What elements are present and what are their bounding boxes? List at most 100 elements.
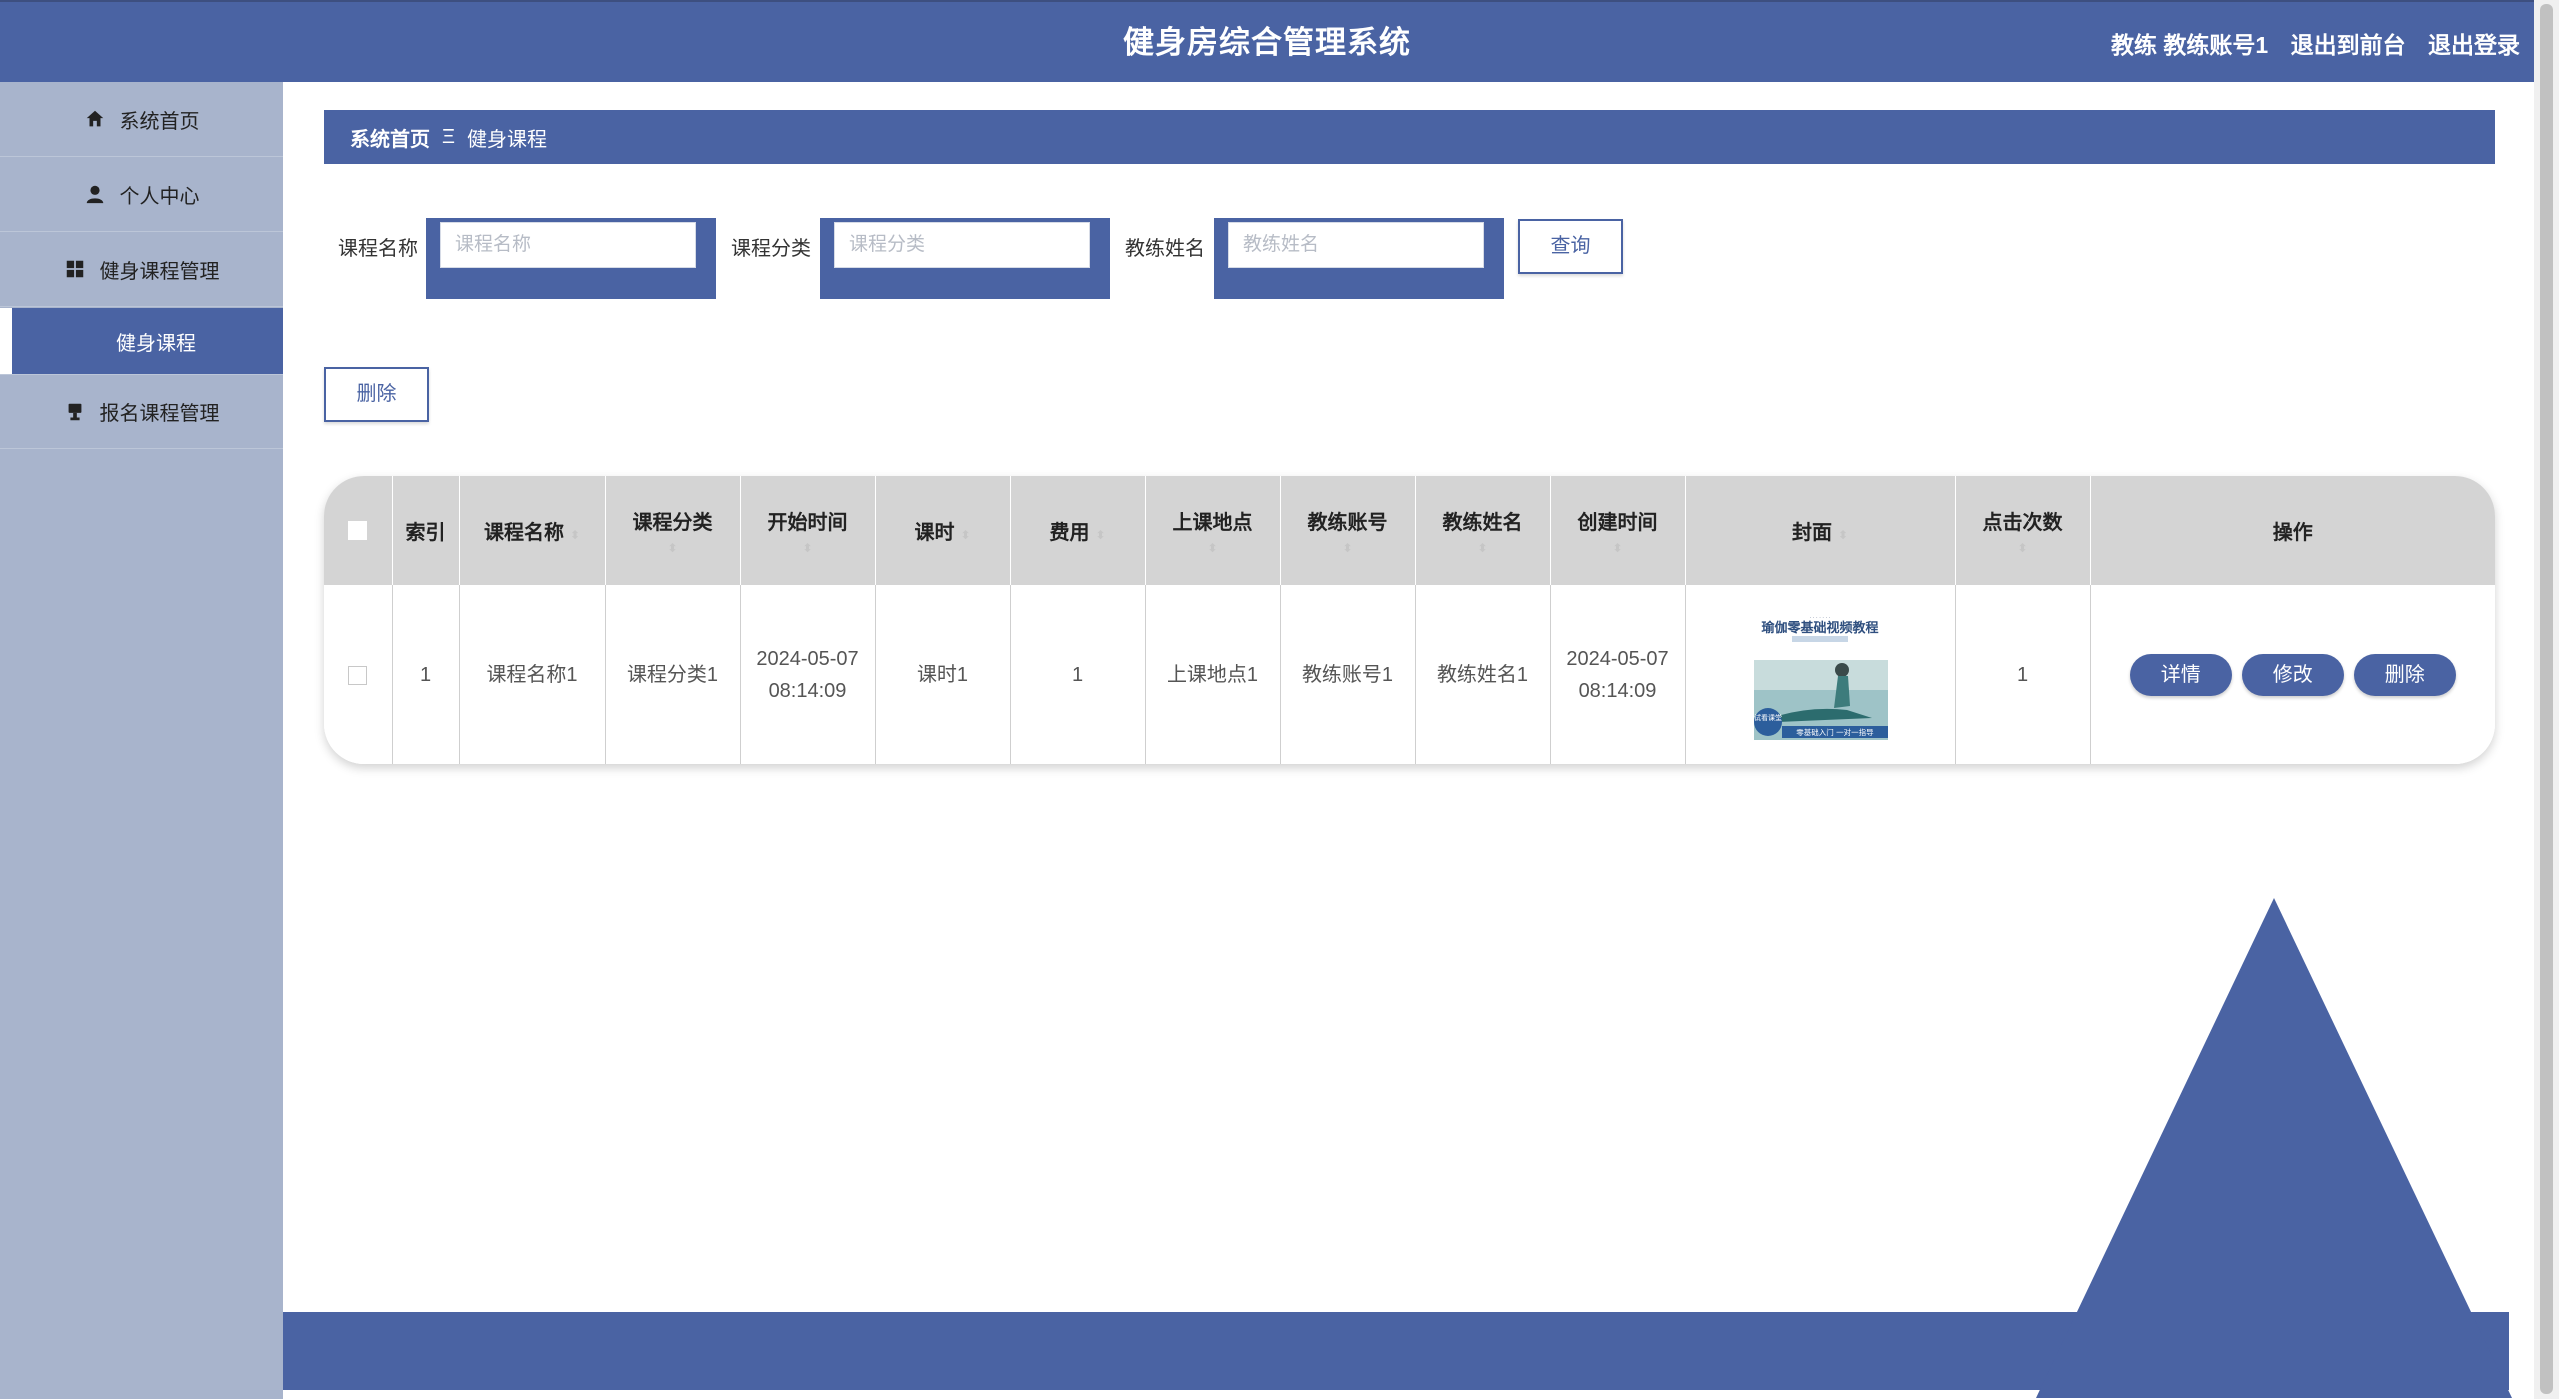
- coach-name-input[interactable]: [1228, 222, 1484, 268]
- column-header-label: 开始时间: [767, 512, 848, 534]
- cell-operations: 详情 修改 删除: [2090, 585, 2495, 764]
- sort-icon: ⬍: [1207, 541, 1218, 555]
- cell-coach-name: 教练姓名1: [1415, 585, 1551, 764]
- column-header-label: 创建时间: [1577, 512, 1658, 534]
- sidebar-subitem-fitness-course[interactable]: 健身课程: [0, 308, 283, 374]
- edit-button[interactable]: 修改: [2241, 653, 2344, 696]
- cover-badge: 试看课堂: [1754, 713, 1782, 722]
- course-cover-image[interactable]: · · · · · · · 瑜伽零基础视频教程 试看课堂 零基础入门 一对一指导: [1752, 609, 1888, 740]
- cell-course-category: 课程分类1: [605, 585, 741, 764]
- column-header-sortable[interactable]: 课程分类 ⬍: [605, 476, 741, 585]
- column-header: 索引: [392, 476, 460, 585]
- cover-title: 瑜伽零基础视频教程: [1761, 620, 1878, 636]
- column-header-label: 点击次数: [1982, 512, 2063, 534]
- column-header-label: 费用: [1049, 522, 1090, 544]
- query-button[interactable]: 查询: [1518, 219, 1623, 274]
- sidebar-item-home[interactable]: 系统首页: [0, 82, 283, 157]
- column-header-label: 教练姓名: [1442, 512, 1523, 534]
- scrollbar-thumb[interactable]: [2540, 4, 2553, 1394]
- course-category-input[interactable]: [834, 222, 1090, 268]
- breadcrumb-separator: Ξ: [442, 125, 455, 148]
- created-clock: 08:14:09: [1578, 679, 1657, 702]
- column-header-sortable[interactable]: 费用 ⬍: [1010, 476, 1146, 585]
- sidebar-item-label: 系统首页: [119, 110, 200, 133]
- course-table: 索引 课程名称 ⬍ 课程分类 ⬍ 开始时间 ⬍ 课时 ⬍ 费用 ⬍ 上课地点 ⬍ 教练账号 ⬍…: [324, 476, 2495, 764]
- sidebar-item-label: 报名课程管理: [99, 403, 220, 425]
- sidebar: 系统首页 个人中心 健身课程管理 健身课程 报名课程管理: [0, 82, 283, 1399]
- coach-name-label: 教练姓名: [1125, 238, 1205, 260]
- table-header-row: 索引 课程名称 ⬍ 课程分类 ⬍ 开始时间 ⬍ 课时 ⬍ 费用 ⬍ 上课地点 ⬍ 教练账号 ⬍…: [324, 476, 2495, 585]
- breadcrumb-home-link[interactable]: 系统首页: [350, 123, 430, 152]
- column-header-label: 课程分类: [632, 512, 713, 534]
- column-header-sortable[interactable]: 课程名称 ⬍: [459, 476, 606, 585]
- column-header-sortable[interactable]: 教练账号 ⬍: [1280, 476, 1416, 585]
- created-date: 2024-05-07: [1566, 647, 1669, 670]
- course-name-field-wrapper: [426, 218, 716, 299]
- column-header-sortable[interactable]: 封面 ⬍: [1685, 476, 1956, 585]
- stamp-icon: [68, 403, 81, 420]
- start-clock: 08:14:09: [768, 679, 847, 702]
- course-name-input[interactable]: [440, 222, 696, 268]
- sidebar-item-personal-center[interactable]: 个人中心: [0, 157, 283, 232]
- logout-link[interactable]: 退出登录: [2428, 32, 2520, 58]
- sidebar-item-label: 个人中心: [119, 185, 200, 208]
- batch-delete-button[interactable]: 删除: [324, 367, 429, 422]
- select-all-checkbox[interactable]: [348, 521, 368, 541]
- sort-icon: ⬍: [960, 528, 971, 542]
- sort-icon: ⬍: [802, 541, 813, 555]
- column-header-label: 上课地点: [1172, 512, 1253, 534]
- sort-icon: ⬍: [569, 528, 581, 542]
- sort-icon: ⬍: [1342, 541, 1353, 555]
- header-user-area: 教练 教练账号1 退出到前台 退出登录: [2095, 2, 2520, 84]
- sidebar-item-label: 健身课程管理: [99, 260, 220, 283]
- cover-subtitle: 零基础入门 一对一指导: [1796, 727, 1874, 737]
- cell-index: 1: [392, 585, 460, 764]
- top-header: 健身房综合管理系统 教练 教练账号1 退出到前台 退出登录: [0, 0, 2534, 82]
- column-header-sortable[interactable]: 开始时间 ⬍: [740, 476, 876, 585]
- coach-name-field-wrapper: [1214, 218, 1504, 299]
- cell-fee: 1: [1010, 585, 1146, 764]
- sidebar-item-label: 健身课程: [116, 332, 196, 355]
- select-all-cell: [324, 476, 393, 585]
- cell-clicks: 1: [1955, 585, 2091, 764]
- sidebar-item-course-management[interactable]: 健身课程管理: [0, 232, 283, 307]
- course-category-field-wrapper: [820, 218, 1110, 299]
- course-category-label: 课程分类: [731, 238, 811, 260]
- back-to-front-link[interactable]: 退出到前台: [2291, 32, 2406, 58]
- sidebar-item-enrollment-management[interactable]: 报名课程管理: [0, 374, 283, 449]
- cell-location: 上课地点1: [1145, 585, 1281, 764]
- breadcrumb: 系统首页 Ξ 健身课程: [324, 110, 2495, 164]
- column-header-sortable[interactable]: 上课地点 ⬍: [1145, 476, 1281, 585]
- vertical-scrollbar[interactable]: [2534, 0, 2559, 1399]
- grid-icon: [66, 260, 83, 278]
- sort-icon: ⬍: [667, 541, 678, 555]
- home-icon: [86, 110, 103, 127]
- sort-icon: ⬍: [1612, 541, 1623, 555]
- column-header-label: 课时: [914, 522, 955, 544]
- table-row: 1 课程名称1 课程分类1 2024-05-07 08:14:09 课时1 1 上…: [324, 585, 2495, 764]
- sort-icon: ⬍: [1837, 528, 1849, 542]
- cell-created-time: 2024-05-07 08:14:09: [1550, 585, 1686, 764]
- search-bar: 课程名称 课程分类 教练姓名 查询: [324, 218, 1724, 300]
- column-header-sortable[interactable]: 课时 ⬍: [875, 476, 1011, 585]
- cell-start-time: 2024-05-07 08:14:09: [740, 585, 876, 764]
- cell-period: 课时1: [875, 585, 1011, 764]
- cell-cover: · · · · · · · 瑜伽零基础视频教程 试看课堂 零基础入门 一对一指导: [1685, 585, 1956, 764]
- start-date: 2024-05-07: [756, 647, 859, 670]
- column-header-sortable[interactable]: 创建时间 ⬍: [1550, 476, 1686, 585]
- current-user-label: 教练 教练账号1: [2111, 32, 2269, 58]
- column-header: 操作: [2272, 522, 2313, 544]
- sort-icon: ⬍: [1477, 541, 1488, 555]
- column-header-sortable[interactable]: 教练姓名 ⬍: [1415, 476, 1551, 585]
- row-select-cell: [324, 585, 393, 764]
- sort-icon: ⬍: [2017, 541, 2028, 555]
- user-icon: [86, 185, 103, 204]
- column-header-sortable[interactable]: 点击次数 ⬍: [1955, 476, 2091, 585]
- detail-button[interactable]: 详情: [2129, 653, 2232, 696]
- course-name-label: 课程名称: [338, 238, 418, 260]
- sort-icon: ⬍: [1095, 528, 1106, 542]
- column-header-label: 课程名称: [483, 522, 564, 544]
- cell-course-name: 课程名称1: [459, 585, 606, 764]
- delete-button[interactable]: 删除: [2353, 653, 2456, 696]
- row-checkbox[interactable]: [348, 665, 368, 685]
